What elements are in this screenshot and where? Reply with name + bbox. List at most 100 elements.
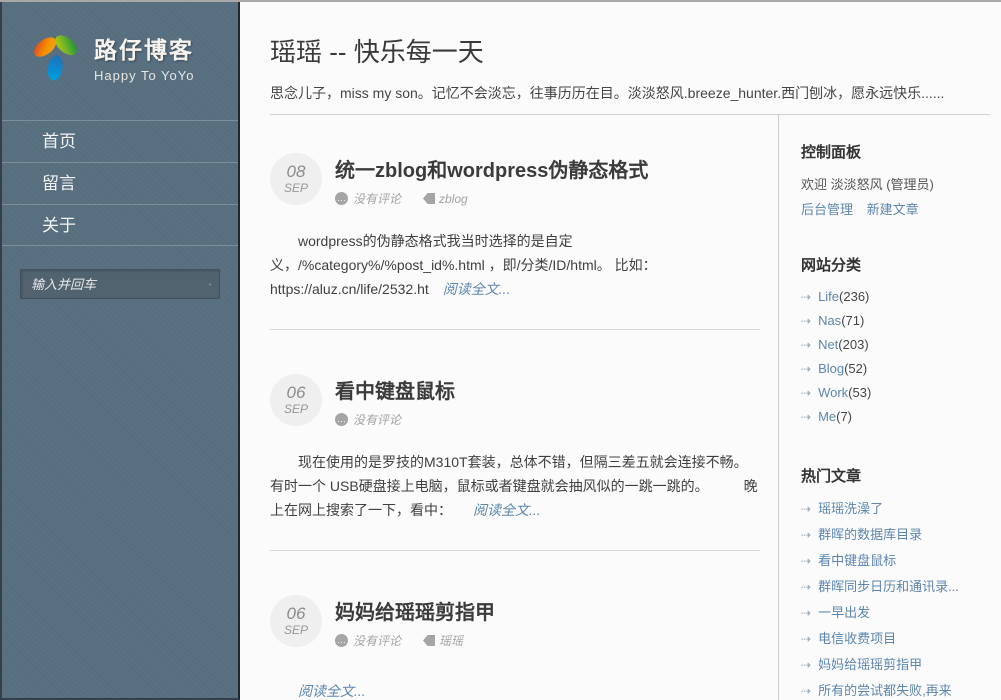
hot-article-link[interactable]: 瑶瑶洗澡了 [818, 501, 883, 516]
hot-article-link[interactable]: 所有的尝试都失败,再来 [818, 683, 952, 698]
post-item: 06 SEP 看中键盘鼠标 … 没有评论 现在使用的是罗技的M310T套装，总体… [270, 374, 760, 522]
post-date-day: 06 [287, 605, 306, 623]
category-count: (7) [836, 409, 852, 424]
control-panel-title: 控制面板 [801, 141, 990, 162]
nav-item-messages[interactable]: 留言 [2, 162, 238, 204]
new-post-link[interactable]: 新建文章 [867, 202, 919, 217]
blog-title: 瑶瑶 -- 快乐每一天 [270, 32, 990, 69]
post-date-badge: 06 SEP [270, 595, 322, 647]
post-title[interactable]: 统一zblog和wordpress伪静态格式 [335, 154, 648, 183]
read-more-link[interactable]: 阅读全文... [443, 281, 511, 297]
arrow-icon: ⇢ [801, 338, 811, 352]
post-item: 08 SEP 统一zblog和wordpress伪静态格式 … 没有评论 zbl… [270, 153, 760, 301]
categories-title: 网站分类 [801, 254, 990, 275]
hot-article-link[interactable]: 一早出发 [818, 605, 870, 620]
post-date-month: SEP [284, 623, 308, 637]
category-count: (52) [844, 361, 867, 376]
post-excerpt: 阅读全文... [270, 679, 760, 700]
read-more-link[interactable]: 阅读全文... [298, 683, 366, 699]
category-item: ⇢ Net(203) [801, 333, 990, 357]
hot-article-list: ⇢瑶瑶洗澡了 ⇢群晖的数据库目录 ⇢看中键盘鼠标 ⇢群晖同步日历和通讯录... … [801, 496, 990, 700]
arrow-icon: ⇢ [801, 658, 811, 672]
category-list: ⇢Life(236) ⇢Nas(71) ⇢Net(203) ⇢Blog(52) … [801, 285, 990, 429]
comment-count[interactable]: 没有评论 [353, 632, 401, 649]
hot-article-item: ⇢ 群晖同步日历和通讯录... [801, 574, 990, 600]
comment-count[interactable]: 没有评论 [353, 411, 401, 428]
welcome-text: 欢迎 淡淡怒风 (管理员) [801, 174, 990, 193]
post-head: 08 SEP 统一zblog和wordpress伪静态格式 … 没有评论 zbl… [270, 153, 760, 207]
hot-article-item: ⇢ 妈妈给瑶瑶剪指甲 [801, 652, 990, 678]
post-item: 06 SEP 妈妈给瑶瑶剪指甲 … 没有评论 瑶瑶 [270, 595, 760, 700]
comment-icon: … [335, 634, 348, 647]
tag-icon [423, 193, 435, 204]
post-meta: … 没有评论 瑶瑶 [335, 632, 495, 649]
site-logo[interactable]: 路仔博客 Happy To YoYo [2, 2, 238, 86]
post-head: 06 SEP 妈妈给瑶瑶剪指甲 … 没有评论 瑶瑶 [270, 595, 760, 649]
category-item: ⇢ Work(53) [801, 381, 990, 405]
hot-article-item: ⇢ 瑶瑶洗澡了 [801, 496, 990, 522]
arrow-icon: ⇢ [801, 386, 811, 400]
search-input[interactable] [31, 277, 209, 292]
blog-subtitle: 思念儿子，miss my son。记忆不会淡忘，往事历历在目。淡淡怒风.bree… [270, 83, 990, 103]
post-excerpt: wordpress的伪静态格式我当时选择的是自定义，/%category%/%p… [270, 229, 760, 301]
hot-article-link[interactable]: 电信收费项目 [818, 631, 896, 646]
arrow-icon: ⇢ [801, 314, 811, 328]
logo-subtitle: Happy To YoYo [94, 68, 194, 83]
arrow-icon: ⇢ [801, 502, 811, 516]
hot-article-item: ⇢ 所有的尝试都失败,再来 [801, 678, 990, 700]
post-head-right: 妈妈给瑶瑶剪指甲 … 没有评论 瑶瑶 [335, 595, 495, 649]
nav-item-about[interactable]: 关于 [2, 204, 238, 246]
post-date-badge: 08 SEP [270, 153, 322, 205]
comment-count[interactable]: 没有评论 [353, 190, 401, 207]
hot-article-item: ⇢ 电信收费项目 [801, 626, 990, 652]
hot-article-link[interactable]: 看中键盘鼠标 [818, 553, 896, 568]
arrow-icon: ⇢ [801, 580, 811, 594]
post-divider [270, 329, 760, 330]
search-icon[interactable] [209, 276, 211, 293]
read-more-link[interactable]: 阅读全文... [473, 502, 541, 518]
hot-article-item: ⇢群晖的数据库目录 [801, 522, 990, 548]
category-link[interactable]: Life [818, 289, 839, 304]
post-tag[interactable]: zblog [439, 192, 468, 206]
category-link[interactable]: Me [818, 409, 836, 424]
arrow-icon: ⇢ [801, 410, 811, 424]
comment-icon: … [335, 413, 348, 426]
sidebar-nav: 首页 留言 关于 [2, 120, 238, 246]
nav-item-home[interactable]: 首页 [2, 120, 238, 162]
hot-article-link[interactable]: 群晖的数据库目录 [818, 527, 922, 542]
logo-y-icon [28, 28, 86, 86]
page: 路仔博客 Happy To YoYo 首页 留言 关于 瑶瑶 -- 快乐每一天 … [0, 2, 1001, 700]
post-tag[interactable]: 瑶瑶 [439, 632, 463, 649]
category-count: (53) [848, 385, 871, 400]
post-date-month: SEP [284, 402, 308, 416]
main-content: 瑶瑶 -- 快乐每一天 思念儿子，miss my son。记忆不会淡忘，往事历历… [240, 2, 1001, 700]
post-date-badge: 06 SEP [270, 374, 322, 426]
arrow-icon: ⇢ [801, 290, 811, 304]
post-excerpt: 现在使用的是罗技的M310T套装，总体不错，但隔三差五就会连接不畅。有时一个 U… [270, 450, 760, 522]
post-meta: … 没有评论 [335, 411, 455, 428]
post-list: 08 SEP 统一zblog和wordpress伪静态格式 … 没有评论 zbl… [270, 115, 778, 700]
admin-link[interactable]: 后台管理 [801, 202, 853, 217]
category-item: ⇢ Life(236) [801, 285, 990, 309]
arrow-icon: ⇢ [801, 684, 811, 698]
category-link[interactable]: Work [818, 385, 848, 400]
post-head-right: 统一zblog和wordpress伪静态格式 … 没有评论 zblog [335, 153, 648, 207]
category-link[interactable]: Net [818, 337, 838, 352]
columns: 08 SEP 统一zblog和wordpress伪静态格式 … 没有评论 zbl… [270, 115, 990, 700]
post-title[interactable]: 看中键盘鼠标 [335, 375, 455, 404]
category-count: (203) [838, 337, 868, 352]
left-sidebar: 路仔博客 Happy To YoYo 首页 留言 关于 [0, 2, 240, 700]
arrow-icon: ⇢ [801, 632, 811, 646]
category-link[interactable]: Blog [818, 361, 844, 376]
category-count: (236) [839, 289, 869, 304]
arrow-icon: ⇢ [801, 606, 811, 620]
category-link[interactable]: Nas [818, 313, 841, 328]
hot-article-link[interactable]: 群晖同步日历和通讯录... [818, 579, 959, 594]
logo-text: 路仔博客 Happy To YoYo [94, 31, 194, 83]
category-item: ⇢ Blog(52) [801, 357, 990, 381]
post-date-day: 06 [287, 384, 306, 402]
logo-title: 路仔博客 [94, 31, 194, 65]
hot-article-link[interactable]: 妈妈给瑶瑶剪指甲 [818, 657, 922, 672]
post-title[interactable]: 妈妈给瑶瑶剪指甲 [335, 596, 495, 625]
arrow-icon: ⇢ [801, 362, 811, 376]
